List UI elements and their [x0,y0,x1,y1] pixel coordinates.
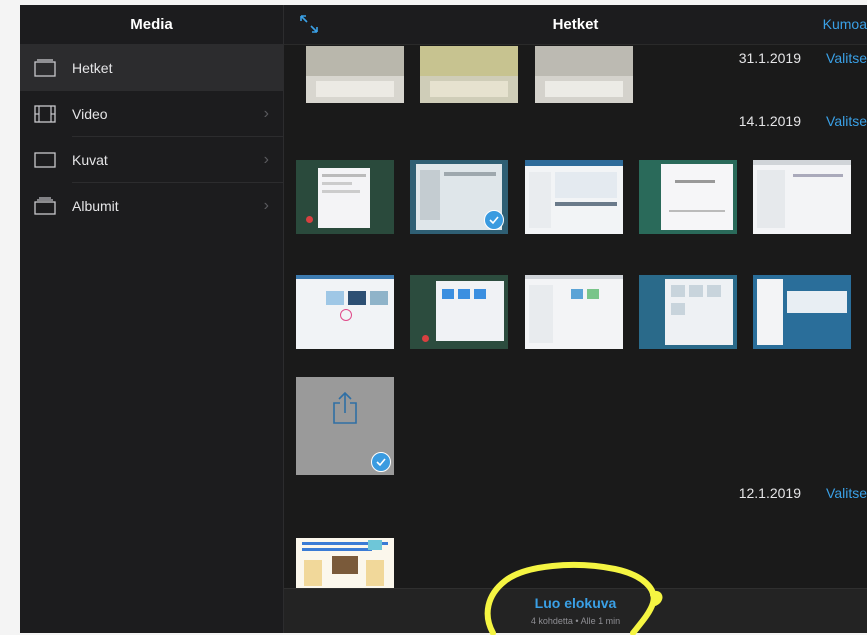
section-date: 12.1.2019 [738,485,801,501]
create-movie-button[interactable]: Luo elokuva [284,595,867,611]
chevron-right-icon: › [263,151,269,168]
select-button[interactable]: Valitse [826,485,867,501]
select-button[interactable]: Valitse [826,113,867,129]
selected-check-icon [371,452,391,472]
sidebar-item-label: Kuvat [72,152,108,168]
selection-summary: 4 kohdetta • Alle 1 min [530,616,621,626]
share-icon [333,391,357,424]
share-tile[interactable] [296,377,394,475]
app-window: Media Hetket Video › Kuvat › Albumit › H… [20,5,867,633]
select-button[interactable]: Valitse [826,50,867,66]
photo-thumbnail[interactable] [410,160,508,234]
sidebar-item-video[interactable]: Video › [20,91,283,137]
photo-thumbnail[interactable] [410,275,508,349]
photo-thumbnail[interactable] [525,160,623,234]
photo-icon [34,152,56,168]
albums-icon [34,197,56,215]
sidebar-item-hetket[interactable]: Hetket [20,45,283,91]
sidebar-title: Media [20,5,283,45]
film-icon [34,105,56,123]
page-title: Hetket [552,16,599,33]
sidebar-item-label: Hetket [72,60,113,76]
moments-view: Hetket Kumoa 31.1.2019 Valitse 14.1.2019… [284,5,867,633]
section-header: 31.1.2019 Valitse [284,50,867,70]
photo-thumbnail[interactable] [296,538,394,588]
bottom-toolbar: Luo elokuva 4 kohdetta • Alle 1 min [284,588,867,633]
navigation-bar: Hetket Kumoa [284,5,867,45]
photo-thumbnail[interactable] [296,160,394,234]
sidebar-item-kuvat[interactable]: Kuvat › [20,137,283,183]
chevron-right-icon: › [263,105,269,122]
media-sidebar: Media Hetket Video › Kuvat › Albumit › [20,5,284,633]
sidebar-item-label: Video [72,106,108,122]
section-header: 12.1.2019 Valitse [284,485,867,505]
moments-icon [34,59,56,77]
cancel-button[interactable]: Kumoa [823,16,867,32]
sidebar-item-label: Albumit [72,198,119,214]
section-date: 14.1.2019 [738,113,801,129]
section-date: 31.1.2019 [738,50,801,66]
photo-thumbnail[interactable] [525,275,623,349]
photo-thumbnail[interactable] [639,160,737,234]
photo-thumbnail[interactable] [639,275,737,349]
section-header: 14.1.2019 Valitse [284,113,867,133]
photo-thumbnail[interactable] [753,160,851,234]
sidebar-item-albumit[interactable]: Albumit › [20,183,283,229]
photo-thumbnail[interactable] [753,275,851,349]
chevron-right-icon: › [263,197,269,214]
photo-thumbnail[interactable] [296,275,394,349]
selected-check-icon [484,210,504,230]
